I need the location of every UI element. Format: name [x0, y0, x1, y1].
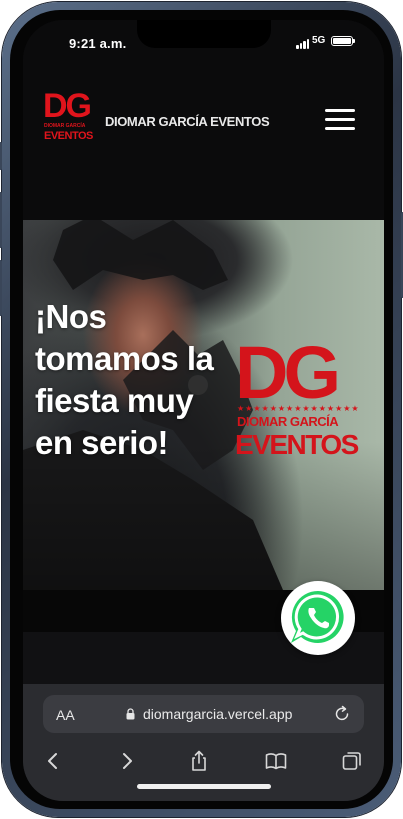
mute-switch: [0, 142, 2, 170]
safari-toolbar: AA diomargarcia.vercel.app: [23, 684, 384, 801]
header-logo[interactable]: DG DIOMAR GARCÍA EVENTOS: [43, 89, 101, 143]
lock-icon: [126, 708, 135, 720]
network-type: 5G: [312, 35, 326, 46]
reload-icon[interactable]: [333, 705, 351, 723]
header-spacer: [23, 154, 384, 220]
screen: 9:21 a.m. 5G DG DIOMAR GARCÍA EVENTOS DI…: [23, 20, 384, 801]
phone-frame: 9:21 a.m. 5G DG DIOMAR GARCÍA EVENTOS DI…: [0, 2, 403, 817]
logo-mark: DG: [43, 87, 92, 125]
bookmarks-icon[interactable]: [265, 750, 287, 772]
brand-name[interactable]: DIOMAR GARCÍA EVENTOS: [105, 114, 270, 129]
notch: [137, 20, 271, 48]
logo-subtitle: DIOMAR GARCÍA: [44, 123, 86, 129]
status-bar: 9:21 a.m. 5G: [23, 20, 384, 68]
whatsapp-icon: [291, 590, 344, 643]
hamburger-icon[interactable]: [325, 109, 357, 133]
forward-icon[interactable]: [115, 750, 137, 772]
logo-wordmark: EVENTOS: [44, 130, 93, 142]
back-icon[interactable]: [43, 750, 65, 772]
address-bar[interactable]: AA diomargarcia.vercel.app: [43, 695, 364, 733]
text-size-button[interactable]: AA: [56, 707, 75, 723]
hero-logo-stars: ★★★★★★★★★★★★★★★: [237, 404, 360, 413]
volume-up-button: [0, 192, 2, 248]
hero-logo: DG ★★★★★★★★★★★★★★★ DIOMAR GARCÍA EVENTOS: [235, 336, 381, 476]
browser-nav: [23, 744, 384, 776]
battery-icon: [331, 36, 355, 46]
hero-logo-wordmark: EVENTOS: [235, 429, 359, 460]
status-time: 9:21 a.m.: [69, 36, 127, 51]
site-header: DG DIOMAR GARCÍA EVENTOS DIOMAR GARCÍA E…: [23, 68, 384, 154]
tabs-icon[interactable]: [341, 750, 363, 772]
hero-banner: ¡Nos tomamos la fiesta muy en serio! DG …: [23, 220, 384, 590]
url-text[interactable]: diomargarcia.vercel.app: [143, 706, 292, 722]
share-icon[interactable]: [188, 750, 210, 772]
home-indicator[interactable]: [137, 784, 271, 789]
hero-logo-mark: DG: [235, 331, 341, 414]
hero-logo-subtitle: DIOMAR GARCÍA: [237, 414, 339, 429]
volume-down-button: [0, 260, 2, 316]
signal-icon: [296, 39, 309, 49]
hero-title: ¡Nos tomamos la fiesta muy en serio!: [35, 298, 214, 461]
whatsapp-button[interactable]: [281, 581, 355, 655]
